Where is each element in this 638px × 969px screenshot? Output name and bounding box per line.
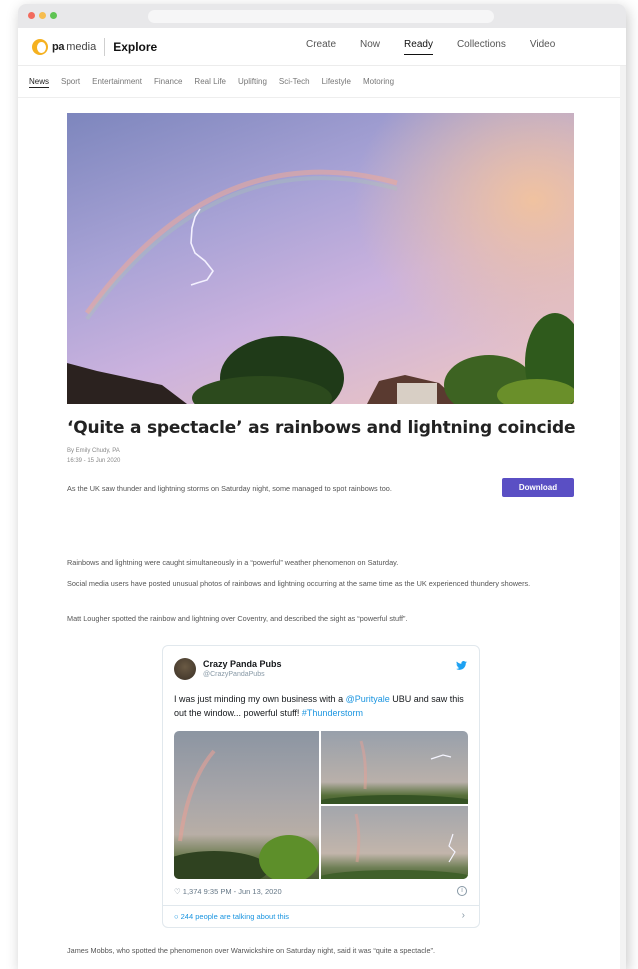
article-headline: ‘Quite a spectacle’ as rainbows and ligh… bbox=[67, 418, 576, 438]
download-button[interactable]: Download bbox=[502, 478, 574, 497]
nav-now[interactable]: Now bbox=[360, 39, 380, 55]
tweet-author-handle[interactable]: @CrazyPandaPubs bbox=[203, 671, 265, 678]
logo-divider bbox=[104, 38, 106, 56]
comment-icon: ○ bbox=[174, 912, 181, 921]
tweet-likes-and-time[interactable]: ♡ 1,374 9:35 PM - Jun 13, 2020 bbox=[174, 887, 282, 896]
pa-logo-icon bbox=[32, 39, 48, 55]
maximize-window-icon[interactable] bbox=[50, 12, 57, 19]
photo-tree-bright bbox=[259, 835, 319, 879]
category-real-life[interactable]: Real Life bbox=[194, 77, 226, 86]
category-news[interactable]: News bbox=[29, 77, 49, 86]
main-nav: Create Now Ready Collections Video bbox=[306, 39, 579, 55]
minimize-window-icon[interactable] bbox=[39, 12, 46, 19]
tweet-media[interactable] bbox=[174, 731, 468, 879]
lightning-bolt bbox=[190, 208, 214, 286]
article-byline: By Emily Chudy, PA 16:39 - 15 Jun 2020 bbox=[67, 446, 120, 466]
photo-treeline bbox=[316, 795, 468, 811]
article-datetime: 16:39 - 15 Jun 2020 bbox=[67, 458, 121, 464]
app-name: Explore bbox=[113, 40, 158, 54]
nav-create[interactable]: Create bbox=[306, 39, 336, 55]
category-sci-tech[interactable]: Sci-Tech bbox=[279, 77, 310, 86]
tweet-photo[interactable] bbox=[316, 731, 468, 811]
twitter-bird-icon[interactable] bbox=[456, 661, 467, 670]
article-paragraph: James Mobbs, who spotted the phenomenon … bbox=[67, 946, 436, 955]
house-wall bbox=[397, 383, 437, 404]
category-entertainment[interactable]: Entertainment bbox=[92, 77, 142, 86]
category-finance[interactable]: Finance bbox=[154, 77, 182, 86]
nav-ready[interactable]: Ready bbox=[404, 39, 433, 55]
photo-lightning bbox=[430, 754, 452, 760]
hero-scene bbox=[67, 169, 574, 404]
article-author: By Emily Chudy, PA bbox=[67, 448, 120, 454]
info-icon[interactable]: i bbox=[457, 886, 467, 896]
nav-video[interactable]: Video bbox=[530, 39, 555, 55]
article-paragraph: Matt Lougher spotted the rainbow and lig… bbox=[67, 614, 408, 623]
hero-image bbox=[67, 113, 574, 404]
chevron-right-icon[interactable]: › bbox=[462, 910, 465, 921]
tweet-photo-scene bbox=[316, 740, 468, 811]
tweet-conversation-text: 244 people are talking about this bbox=[180, 912, 290, 921]
address-bar[interactable] bbox=[148, 10, 494, 23]
pa-media-logo[interactable]: pa media Explore bbox=[32, 38, 157, 56]
top-navigation: pa media Explore Create Now Ready Collec… bbox=[18, 28, 626, 66]
logo-media-text: media bbox=[66, 41, 97, 53]
category-motoring[interactable]: Motoring bbox=[363, 77, 394, 86]
photo-rainbow bbox=[178, 749, 216, 842]
tweet-conversation-link[interactable]: ○ 244 people are talking about this bbox=[174, 912, 289, 921]
nav-collections[interactable]: Collections bbox=[457, 39, 506, 55]
browser-chrome bbox=[18, 4, 626, 28]
category-sport[interactable]: Sport bbox=[61, 77, 80, 86]
tweet-text: I was just minding my own business with … bbox=[174, 692, 470, 720]
article-paragraph: Rainbows and lightning were caught simul… bbox=[67, 558, 399, 567]
category-nav: News Sport Entertainment Finance Real Li… bbox=[18, 66, 626, 98]
tweet-author-name[interactable]: Crazy Panda Pubs bbox=[203, 659, 282, 669]
rainbow-arc-inner bbox=[85, 176, 398, 321]
page-scrollbar[interactable] bbox=[620, 66, 626, 969]
photo-rainbow bbox=[359, 740, 367, 790]
tweet-text-start: I was just minding my own business with … bbox=[174, 694, 346, 704]
tweet-photo-scene bbox=[316, 813, 468, 879]
photo-rainbow bbox=[354, 813, 361, 863]
tweet-hashtag-link[interactable]: #Thunderstorm bbox=[302, 708, 363, 718]
tweet-avatar[interactable] bbox=[174, 658, 196, 680]
logo-pa-text: pa bbox=[52, 41, 65, 53]
embedded-tweet[interactable]: Crazy Panda Pubs @CrazyPandaPubs I was j… bbox=[162, 645, 480, 928]
category-uplifting[interactable]: Uplifting bbox=[238, 77, 267, 86]
close-window-icon[interactable] bbox=[28, 12, 35, 19]
photo-treeline bbox=[316, 870, 468, 879]
tweet-photo-scene bbox=[174, 749, 319, 879]
category-lifestyle[interactable]: Lifestyle bbox=[322, 77, 351, 86]
roof-left bbox=[67, 363, 187, 404]
tweet-photo[interactable] bbox=[316, 806, 468, 879]
photo-trees bbox=[174, 851, 269, 879]
tweet-photo[interactable] bbox=[174, 731, 319, 879]
tweet-mention-link[interactable]: @Purityale bbox=[346, 694, 390, 704]
article-summary: As the UK saw thunder and lightning stor… bbox=[67, 484, 392, 493]
photo-lightning bbox=[448, 833, 456, 863]
tweet-divider bbox=[163, 905, 479, 906]
article-paragraph: Social media users have posted unusual p… bbox=[67, 579, 531, 588]
